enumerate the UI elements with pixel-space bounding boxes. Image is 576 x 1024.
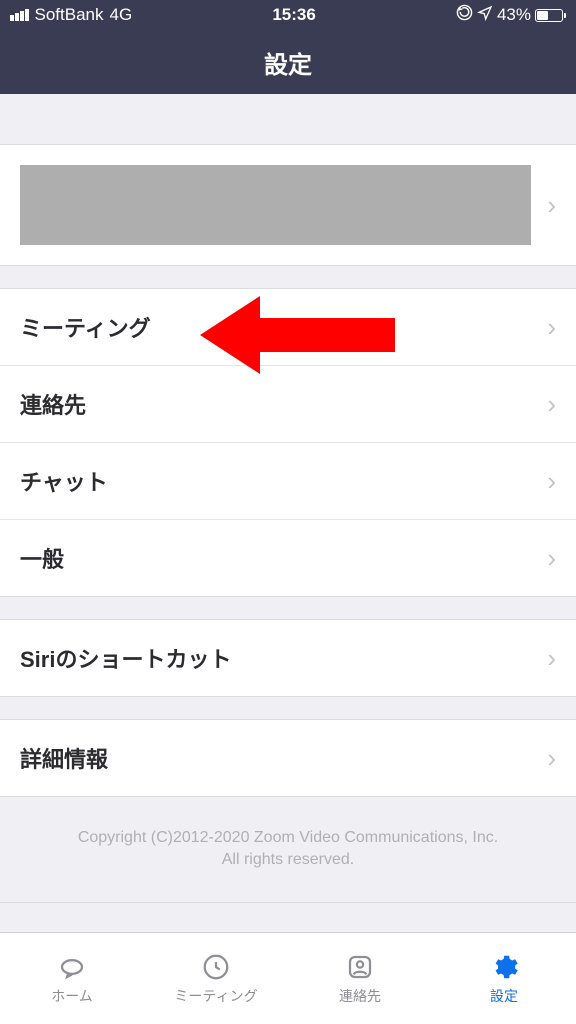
- tab-label: ミーティング: [174, 986, 257, 1006]
- gear-icon: [489, 951, 519, 983]
- tab-label: ホーム: [51, 986, 93, 1006]
- orientation-lock-icon: [456, 4, 473, 26]
- tab-home[interactable]: ホーム: [0, 933, 144, 1024]
- tab-meeting[interactable]: ミーティング: [144, 933, 288, 1024]
- signal-icon: [10, 9, 29, 21]
- network-label: 4G: [110, 5, 133, 25]
- profile-section: ›: [0, 144, 576, 266]
- person-icon: [345, 951, 375, 983]
- settings-row-chat[interactable]: チャット ›: [0, 443, 576, 520]
- profile-placeholder: [20, 165, 531, 245]
- copyright-line2: All rights reserved.: [20, 849, 556, 871]
- chevron-right-icon: ›: [547, 190, 556, 221]
- chevron-right-icon: ›: [547, 389, 556, 420]
- status-bar: SoftBank 4G 15:36 43%: [0, 0, 576, 30]
- settings-row-contacts[interactable]: 連絡先 ›: [0, 366, 576, 443]
- status-left: SoftBank 4G: [10, 5, 132, 25]
- settings-row-meeting[interactable]: ミーティング ›: [0, 289, 576, 366]
- battery-percent: 43%: [497, 5, 531, 25]
- clock-icon: [201, 951, 231, 983]
- tab-label: 設定: [490, 986, 518, 1006]
- chat-bubble-icon: [55, 951, 89, 983]
- tab-settings[interactable]: 設定: [432, 933, 576, 1024]
- chevron-right-icon: ›: [547, 743, 556, 774]
- chevron-right-icon: ›: [547, 466, 556, 497]
- page-header: 設定: [0, 30, 576, 94]
- page-title: 設定: [264, 45, 312, 80]
- location-icon: [477, 5, 493, 26]
- settings-row-general[interactable]: 一般 ›: [0, 520, 576, 596]
- settings-label: Siriのショートカット: [20, 642, 231, 674]
- settings-label: ミーティング: [20, 311, 151, 343]
- settings-label: 一般: [20, 542, 64, 574]
- settings-label: 詳細情報: [20, 742, 108, 774]
- copyright-line1: Copyright (C)2012-2020 Zoom Video Commun…: [20, 827, 556, 849]
- battery-icon: [535, 9, 566, 22]
- settings-row-about[interactable]: 詳細情報 ›: [0, 720, 576, 796]
- settings-content: › ミーティング › 連絡先 › チャット › 一般 › Siriのショートカッ…: [0, 94, 576, 903]
- settings-label: 連絡先: [20, 388, 86, 420]
- settings-group-1: ミーティング › 連絡先 › チャット › 一般 ›: [0, 288, 576, 597]
- settings-row-siri[interactable]: Siriのショートカット ›: [0, 620, 576, 696]
- clock: 15:36: [272, 5, 315, 25]
- status-right: 43%: [456, 4, 566, 26]
- chevron-right-icon: ›: [547, 312, 556, 343]
- carrier-label: SoftBank: [35, 5, 104, 25]
- chevron-right-icon: ›: [547, 643, 556, 674]
- settings-group-3: 詳細情報 ›: [0, 719, 576, 797]
- tab-label: 連絡先: [339, 986, 381, 1006]
- tab-bar: ホーム ミーティング 連絡先 設定: [0, 932, 576, 1024]
- settings-label: チャット: [20, 465, 108, 497]
- profile-row[interactable]: ›: [0, 145, 576, 265]
- settings-group-2: Siriのショートカット ›: [0, 619, 576, 697]
- copyright-block: Copyright (C)2012-2020 Zoom Video Commun…: [0, 797, 576, 882]
- tab-contacts[interactable]: 連絡先: [288, 933, 432, 1024]
- chevron-right-icon: ›: [547, 543, 556, 574]
